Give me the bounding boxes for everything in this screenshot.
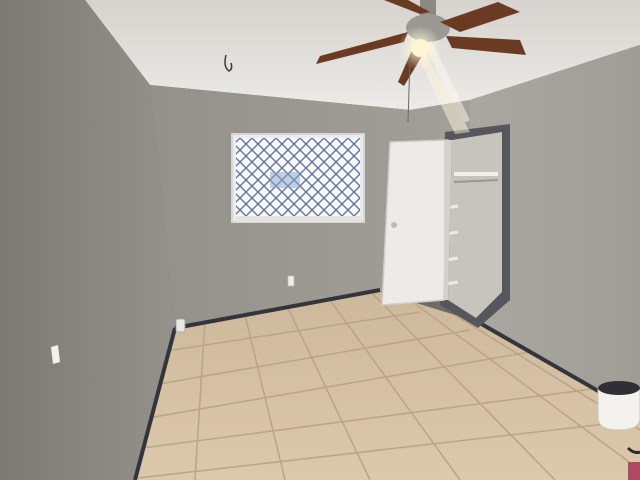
air-purifier bbox=[597, 381, 640, 431]
door-knob bbox=[391, 222, 397, 228]
wall-outlet bbox=[287, 275, 295, 287]
empty-bedroom-photo bbox=[0, 0, 640, 480]
room-illustration bbox=[0, 0, 640, 480]
closet-shelf bbox=[454, 172, 498, 176]
window bbox=[231, 133, 365, 223]
floor-object bbox=[628, 462, 640, 480]
closet-door bbox=[381, 139, 452, 306]
small-cup bbox=[175, 318, 186, 333]
fan-light bbox=[411, 39, 429, 57]
